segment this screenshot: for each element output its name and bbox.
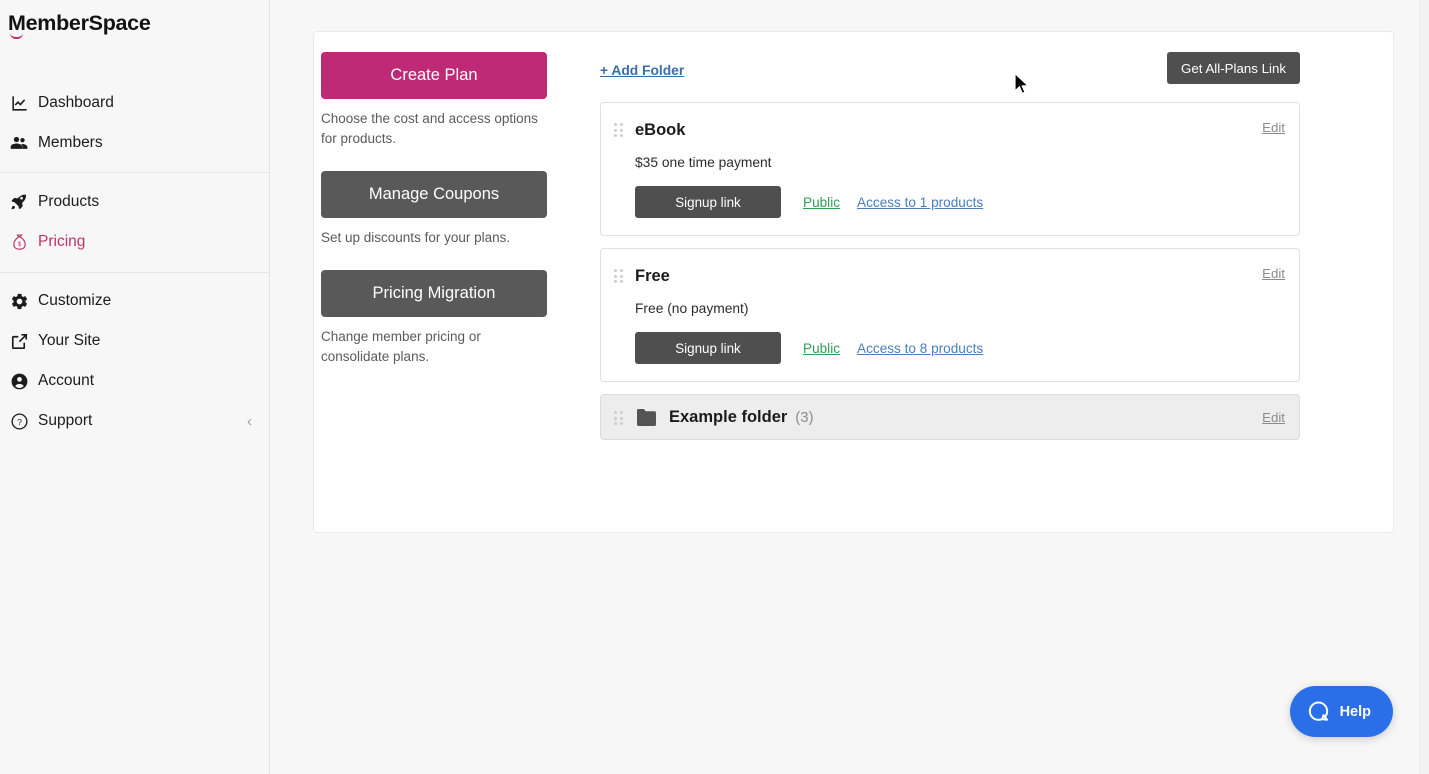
sidebar-item-products[interactable]: Products xyxy=(0,182,270,222)
sidebar-collapse-button[interactable]: ‹ xyxy=(247,401,252,441)
pricing-migration-button[interactable]: Pricing Migration xyxy=(321,270,547,317)
sidebar-item-customize[interactable]: Customize xyxy=(0,281,270,321)
manage-coupons-button[interactable]: Manage Coupons xyxy=(321,171,547,218)
sidebar-item-account[interactable]: Account xyxy=(0,361,270,401)
chat-bubble-icon xyxy=(1306,699,1331,724)
folder-icon xyxy=(635,408,658,427)
plan-visibility-link[interactable]: Public xyxy=(803,341,840,356)
plans-column: + Add Folder Get All-Plans Link eBook $3… xyxy=(600,52,1300,440)
sidebar-divider-1 xyxy=(0,172,270,173)
sidebar: MemberSpace Dashboard Members Products $ xyxy=(0,0,270,774)
sidebar-item-support[interactable]: ? Support ‹ xyxy=(0,401,270,441)
gear-icon xyxy=(8,290,30,312)
plan-title: eBook xyxy=(635,121,686,139)
plan-card-free[interactable]: Free Free (no payment) Signup link Publi… xyxy=(600,248,1300,382)
drag-handle-icon[interactable] xyxy=(614,123,623,137)
add-folder-link[interactable]: + Add Folder xyxy=(600,63,684,78)
action-group-pricing-migration: Pricing Migration Change member pricing … xyxy=(321,270,547,367)
user-circle-icon xyxy=(8,370,30,392)
sidebar-item-label: Account xyxy=(38,372,95,389)
folder-name: Example folder xyxy=(669,407,788,426)
plan-access-link[interactable]: Access to 1 products xyxy=(857,195,983,210)
rocket-icon xyxy=(8,191,30,213)
drag-handle-icon[interactable] xyxy=(614,411,623,425)
drag-handle-icon[interactable] xyxy=(614,269,623,283)
sidebar-item-label: Products xyxy=(38,193,100,210)
manage-coupons-description: Set up discounts for your plans. xyxy=(321,230,511,245)
create-plan-button[interactable]: Create Plan xyxy=(321,52,547,99)
sidebar-item-members[interactable]: Members xyxy=(0,123,270,163)
plan-edit-link[interactable]: Edit xyxy=(1262,266,1285,281)
sidebar-item-dashboard[interactable]: Dashboard xyxy=(0,83,270,123)
plan-title: Free xyxy=(635,267,670,285)
actions-column: Create Plan Choose the cost and access o… xyxy=(321,52,547,367)
plan-actions-row: Signup link Public Access to 8 products xyxy=(635,332,1281,364)
svg-text:?: ? xyxy=(17,416,22,426)
main-content: Create Plan Choose the cost and access o… xyxy=(270,0,1429,774)
svg-text:$: $ xyxy=(17,242,21,248)
external-link-icon xyxy=(8,330,30,352)
people-icon xyxy=(8,132,30,154)
sidebar-item-label: Your Site xyxy=(38,332,101,349)
question-circle-icon: ? xyxy=(8,410,30,432)
signup-link-button[interactable]: Signup link xyxy=(635,186,781,218)
logo-mark: M xyxy=(8,8,26,39)
folder-row-example-folder[interactable]: Example folder (3) Edit xyxy=(600,394,1300,440)
plan-edit-link[interactable]: Edit xyxy=(1262,120,1285,135)
help-widget-button[interactable]: Help xyxy=(1289,686,1393,737)
plan-actions-row: Signup link Public Access to 1 products xyxy=(635,186,1281,218)
help-widget-label: Help xyxy=(1339,703,1371,720)
signup-link-button[interactable]: Signup link xyxy=(635,332,781,364)
sidebar-item-label: Customize xyxy=(38,292,112,309)
folder-edit-link[interactable]: Edit xyxy=(1262,410,1285,425)
create-plan-description: Choose the cost and access options for p… xyxy=(321,111,538,146)
plan-visibility-link[interactable]: Public xyxy=(803,195,840,210)
sidebar-item-label: Members xyxy=(38,134,103,151)
plans-header: + Add Folder Get All-Plans Link xyxy=(600,52,1300,102)
plan-price: $35 one time payment xyxy=(635,155,772,170)
sidebar-item-label: Support xyxy=(38,412,93,429)
sidebar-item-pricing[interactable]: $ Pricing xyxy=(0,222,270,262)
get-all-plans-link-button[interactable]: Get All-Plans Link xyxy=(1167,52,1300,84)
logo-smile-icon xyxy=(10,33,23,39)
action-group-create-plan: Create Plan Choose the cost and access o… xyxy=(321,52,547,149)
page-scrollbar[interactable] xyxy=(1419,0,1429,774)
plan-card-ebook[interactable]: eBook $35 one time payment Signup link P… xyxy=(600,102,1300,236)
plan-access-link[interactable]: Access to 8 products xyxy=(857,341,983,356)
money-bag-icon: $ xyxy=(8,231,30,253)
logo-text: emberSpace xyxy=(25,11,151,35)
action-group-manage-coupons: Manage Coupons Set up discounts for your… xyxy=(321,171,547,248)
sidebar-item-label: Pricing xyxy=(38,233,86,250)
sidebar-divider-2 xyxy=(0,272,270,273)
sidebar-item-your-site[interactable]: Your Site xyxy=(0,321,270,361)
chart-line-icon xyxy=(8,92,30,114)
plan-price: Free (no payment) xyxy=(635,301,749,316)
pricing-migration-description: Change member pricing or consolidate pla… xyxy=(321,329,481,364)
sidebar-item-label: Dashboard xyxy=(38,94,114,111)
app-logo[interactable]: MemberSpace xyxy=(8,8,151,39)
folder-item-count: (3) xyxy=(795,408,814,426)
